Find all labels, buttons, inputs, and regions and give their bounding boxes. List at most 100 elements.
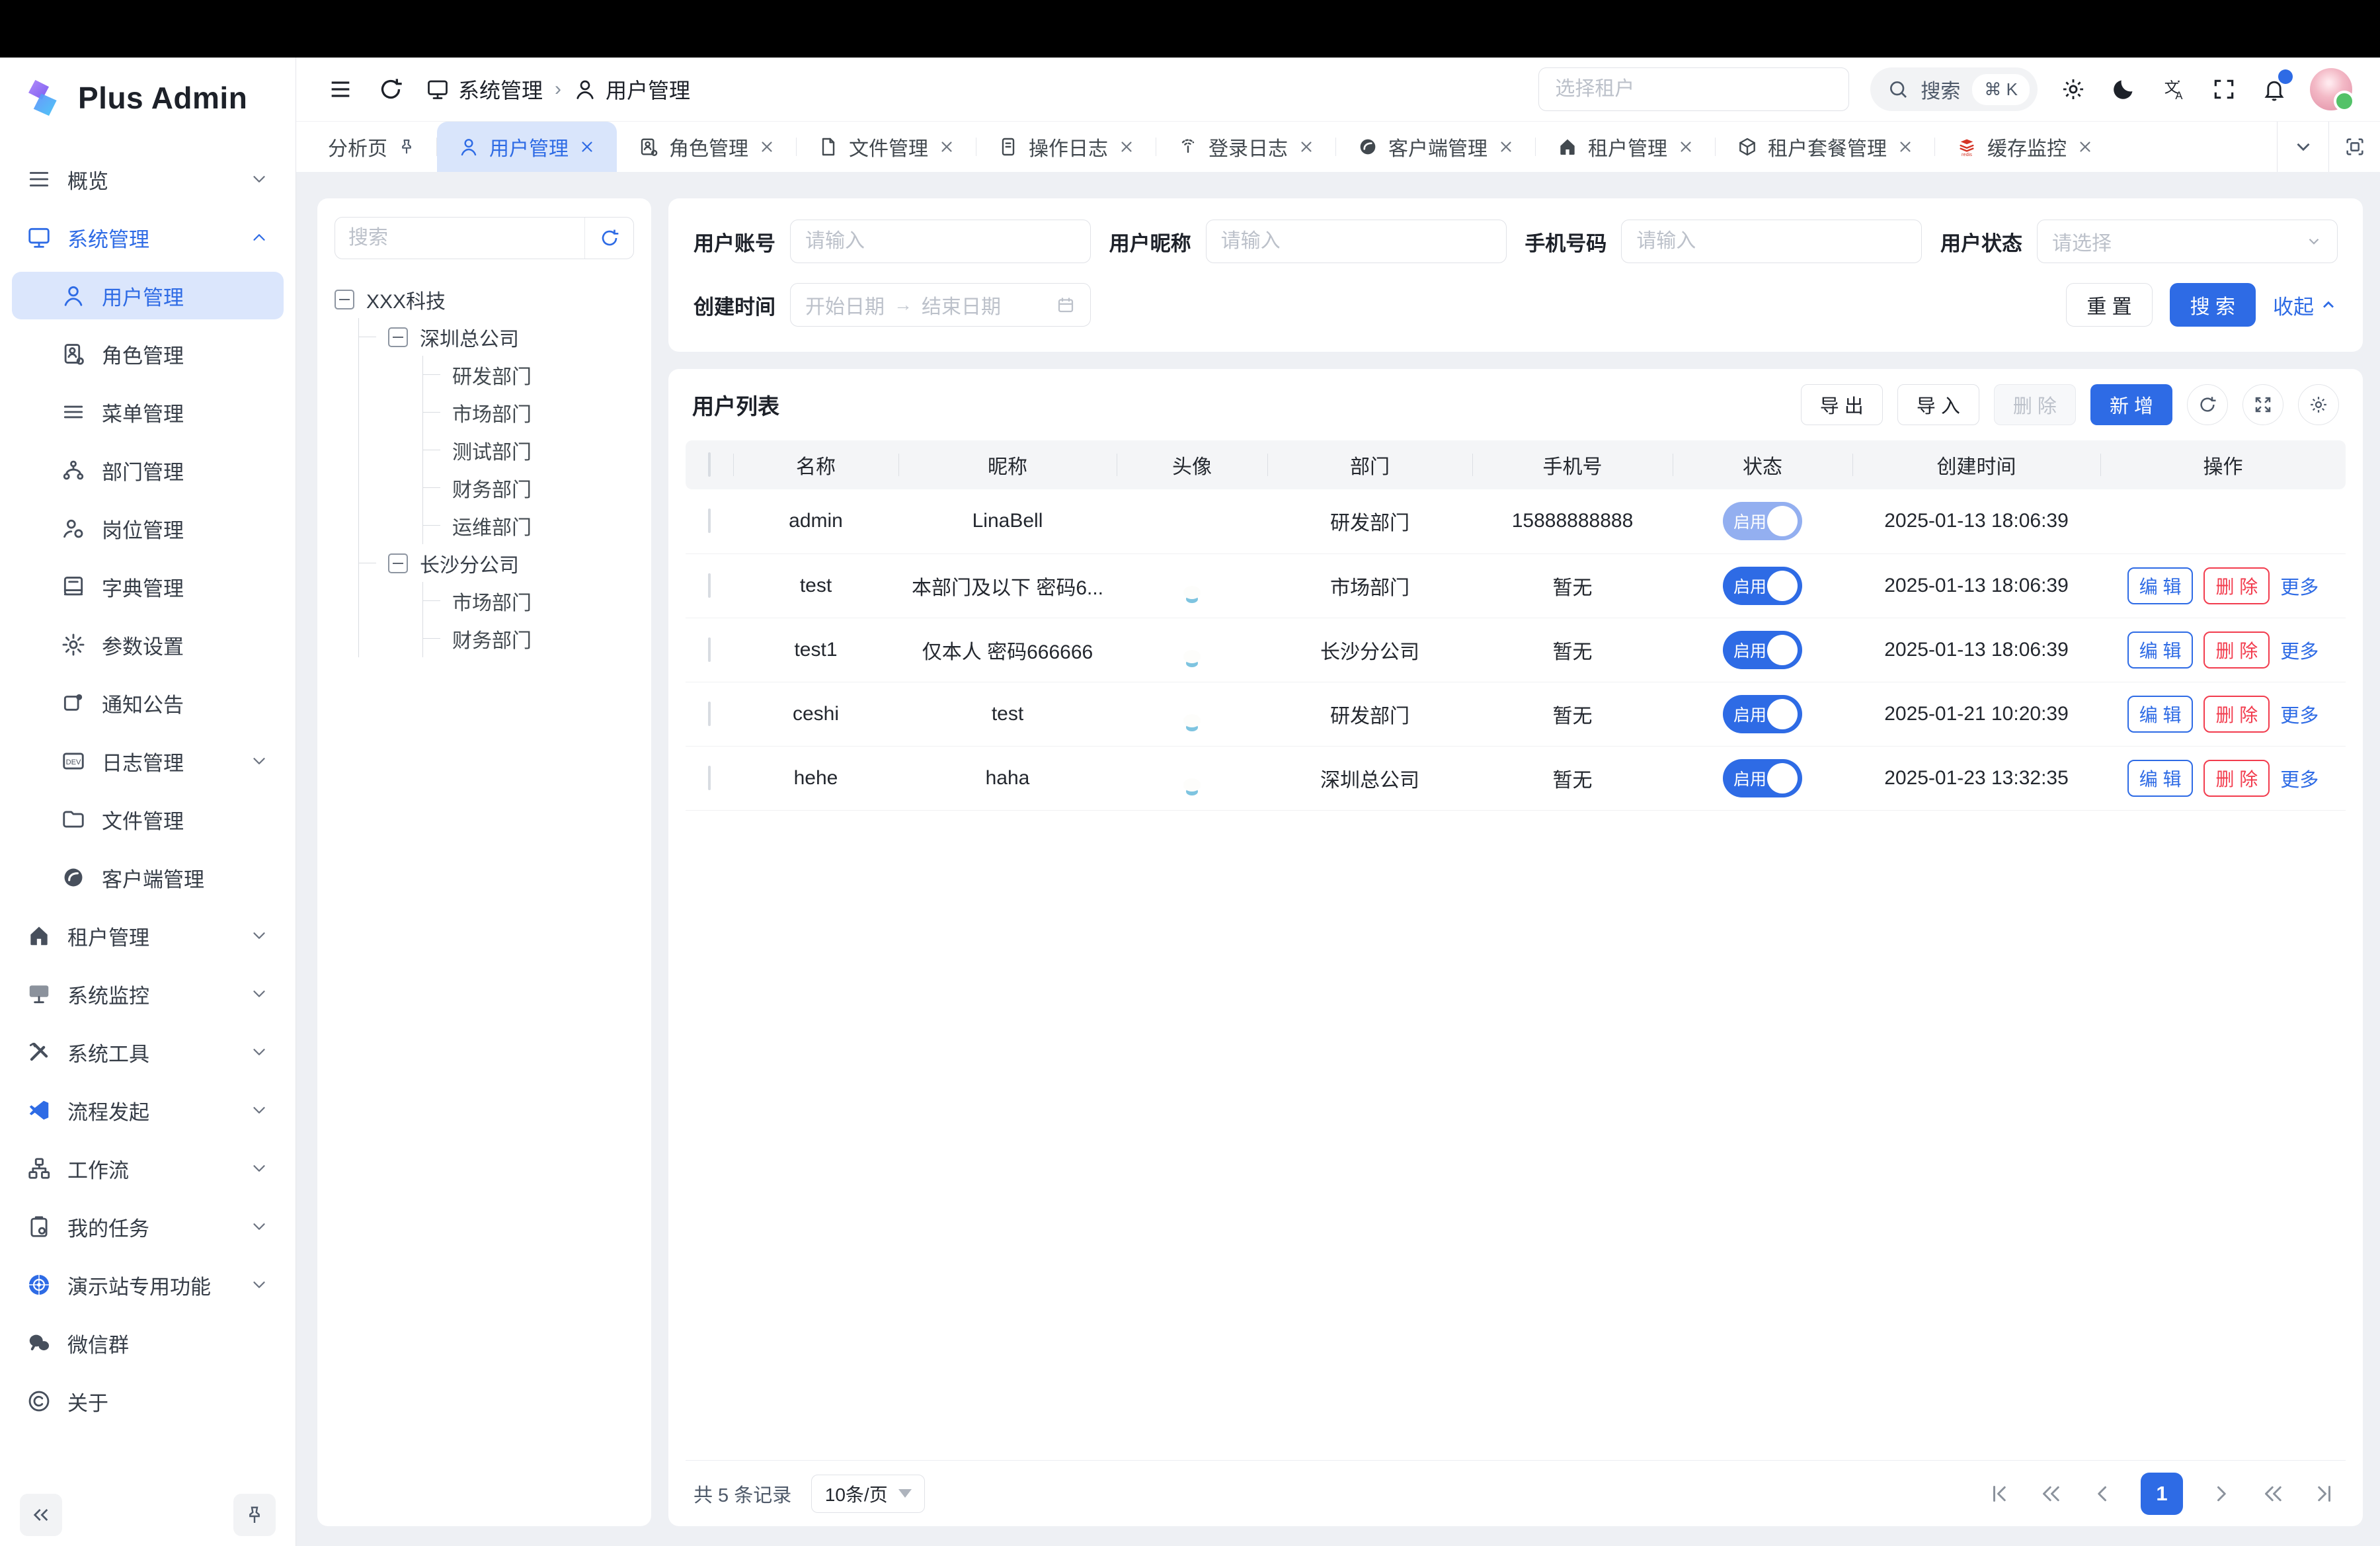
phone-input[interactable] (1636, 230, 1907, 253)
prev-pages-button[interactable] (2038, 1481, 2064, 1507)
next-page-button[interactable] (2208, 1481, 2235, 1507)
edit-button[interactable]: 编 辑 (2127, 631, 2194, 669)
sidebar-item-5[interactable]: 部门管理 (12, 446, 284, 494)
settings-button[interactable] (2059, 75, 2088, 104)
edit-button[interactable]: 编 辑 (2127, 696, 2194, 733)
tab-2[interactable]: 角色管理 (617, 122, 797, 172)
sidebar-item-8[interactable]: 参数设置 (12, 621, 284, 669)
sidebar-item-15[interactable]: 系统工具 (12, 1028, 284, 1076)
tree-node-2-4[interactable]: 运维部门 (423, 507, 634, 544)
tenant-select[interactable] (1538, 67, 1849, 111)
status-toggle[interactable]: 启用 (1723, 759, 1802, 797)
tab-3[interactable]: 文件管理 (797, 122, 976, 172)
tab-1[interactable]: 用户管理 (437, 122, 617, 172)
close-icon[interactable] (1897, 138, 1914, 155)
page-size-select[interactable]: 10条/页 (811, 1475, 925, 1513)
sidebar-item-18[interactable]: 我的任务 (12, 1203, 284, 1250)
tree-node-2-3[interactable]: 财务部门 (423, 469, 634, 507)
tenant-select-input[interactable] (1555, 78, 1833, 101)
import-button[interactable]: 导 入 (1897, 384, 1979, 425)
row-checkbox[interactable] (708, 766, 711, 790)
delete-row-button[interactable]: 删 除 (2203, 760, 2270, 797)
tree-refresh-button[interactable] (584, 218, 633, 259)
last-page-button[interactable] (2311, 1481, 2338, 1507)
sidebar-item-6[interactable]: 岗位管理 (12, 505, 284, 552)
status-select[interactable]: 请选择 (2037, 220, 2338, 263)
close-icon[interactable] (938, 138, 955, 155)
more-button[interactable]: 更多 (2280, 636, 2319, 664)
table-fullscreen-button[interactable] (2242, 384, 2283, 425)
delete-row-button[interactable]: 删 除 (2203, 696, 2270, 733)
export-button[interactable]: 导 出 (1801, 384, 1883, 425)
status-toggle[interactable]: 启用 (1723, 631, 1802, 669)
edit-button[interactable]: 编 辑 (2127, 567, 2194, 604)
status-toggle[interactable]: 启用 (1723, 695, 1802, 733)
first-page-button[interactable] (1986, 1481, 2012, 1507)
language-button[interactable]: 文A (2159, 75, 2188, 104)
row-checkbox[interactable] (708, 509, 711, 533)
nickname-input[interactable] (1221, 230, 1491, 253)
sidebar-item-10[interactable]: DEV 日志管理 (12, 737, 284, 785)
menu-toggle-button[interactable] (325, 74, 356, 104)
reset-button[interactable]: 重 置 (2066, 283, 2152, 327)
more-button[interactable]: 更多 (2280, 764, 2319, 792)
tree-node-2-2[interactable]: 测试部门 (423, 431, 634, 469)
brand-logo-row[interactable]: Plus Admin (0, 58, 296, 138)
next-pages-button[interactable] (2260, 1481, 2286, 1507)
tree-node-0-0[interactable]: XXX科技 (335, 280, 634, 318)
global-search[interactable]: 搜索 ⌘ K (1870, 67, 2038, 111)
refresh-page-button[interactable] (376, 74, 406, 104)
more-button[interactable]: 更多 (2280, 700, 2319, 728)
sidebar-item-20[interactable]: 微信群 (12, 1319, 284, 1367)
pin-icon[interactable] (397, 138, 416, 156)
delete-row-button[interactable]: 删 除 (2203, 631, 2270, 669)
tab-6[interactable]: 客户端管理 (1336, 122, 1536, 172)
tree-node-2-1[interactable]: 市场部门 (423, 393, 634, 431)
tabs-dropdown-button[interactable] (2277, 122, 2328, 172)
dark-mode-button[interactable] (2109, 75, 2138, 104)
status-toggle[interactable]: 启用 (1723, 502, 1802, 540)
sidebar-item-21[interactable]: 关于 (12, 1377, 284, 1425)
close-icon[interactable] (578, 138, 596, 155)
more-button[interactable]: 更多 (2280, 572, 2319, 600)
sidebar-item-16[interactable]: 流程发起 (12, 1086, 284, 1134)
sidebar-item-14[interactable]: 系统监控 (12, 970, 284, 1018)
close-icon[interactable] (2077, 138, 2094, 155)
sidebar-item-11[interactable]: 文件管理 (12, 795, 284, 843)
tree-node-1-0[interactable]: 深圳总公司 (359, 318, 634, 356)
sidebar-item-4[interactable]: 菜单管理 (12, 388, 284, 436)
user-avatar[interactable] (2310, 68, 2352, 110)
collapse-filter-link[interactable]: 收起 (2273, 290, 2338, 320)
edit-button[interactable]: 编 辑 (2127, 760, 2194, 797)
sidebar-item-2[interactable]: 用户管理 (12, 272, 284, 319)
current-page[interactable]: 1 (2141, 1473, 2183, 1515)
row-checkbox[interactable] (708, 637, 711, 662)
tab-8[interactable]: 租户套餐管理 (1716, 122, 1935, 172)
tree-expander-icon[interactable] (335, 290, 354, 309)
sidebar-item-17[interactable]: 工作流 (12, 1145, 284, 1192)
tree-expander-icon[interactable] (388, 553, 408, 573)
tree-search-input[interactable] (335, 227, 584, 249)
sidebar-item-1[interactable]: 系统管理 (12, 214, 284, 261)
close-icon[interactable] (758, 138, 775, 155)
delete-row-button[interactable]: 删 除 (2203, 567, 2270, 604)
tab-5[interactable]: 登录日志 (1156, 122, 1336, 172)
select-all-checkbox[interactable] (708, 452, 711, 477)
sidebar-pin-button[interactable] (233, 1494, 276, 1536)
close-icon[interactable] (1497, 138, 1515, 155)
close-icon[interactable] (1118, 138, 1135, 155)
content-fullscreen-button[interactable] (2328, 122, 2380, 172)
sidebar-collapse-button[interactable] (20, 1494, 62, 1536)
sidebar-item-3[interactable]: 角色管理 (12, 330, 284, 378)
fullscreen-button[interactable] (2209, 75, 2239, 104)
breadcrumb-item-0[interactable]: 系统管理 (426, 74, 543, 104)
row-checkbox[interactable] (708, 573, 711, 598)
search-button[interactable]: 搜 索 (2170, 283, 2256, 327)
row-checkbox[interactable] (708, 702, 711, 726)
tab-4[interactable]: 操作日志 (976, 122, 1156, 172)
tree-node-2-0[interactable]: 研发部门 (423, 356, 634, 393)
table-settings-button[interactable] (2298, 384, 2339, 425)
close-icon[interactable] (1677, 138, 1694, 155)
sidebar-item-13[interactable]: 租户管理 (12, 912, 284, 959)
tree-node-2-0[interactable]: 市场部门 (423, 582, 634, 620)
